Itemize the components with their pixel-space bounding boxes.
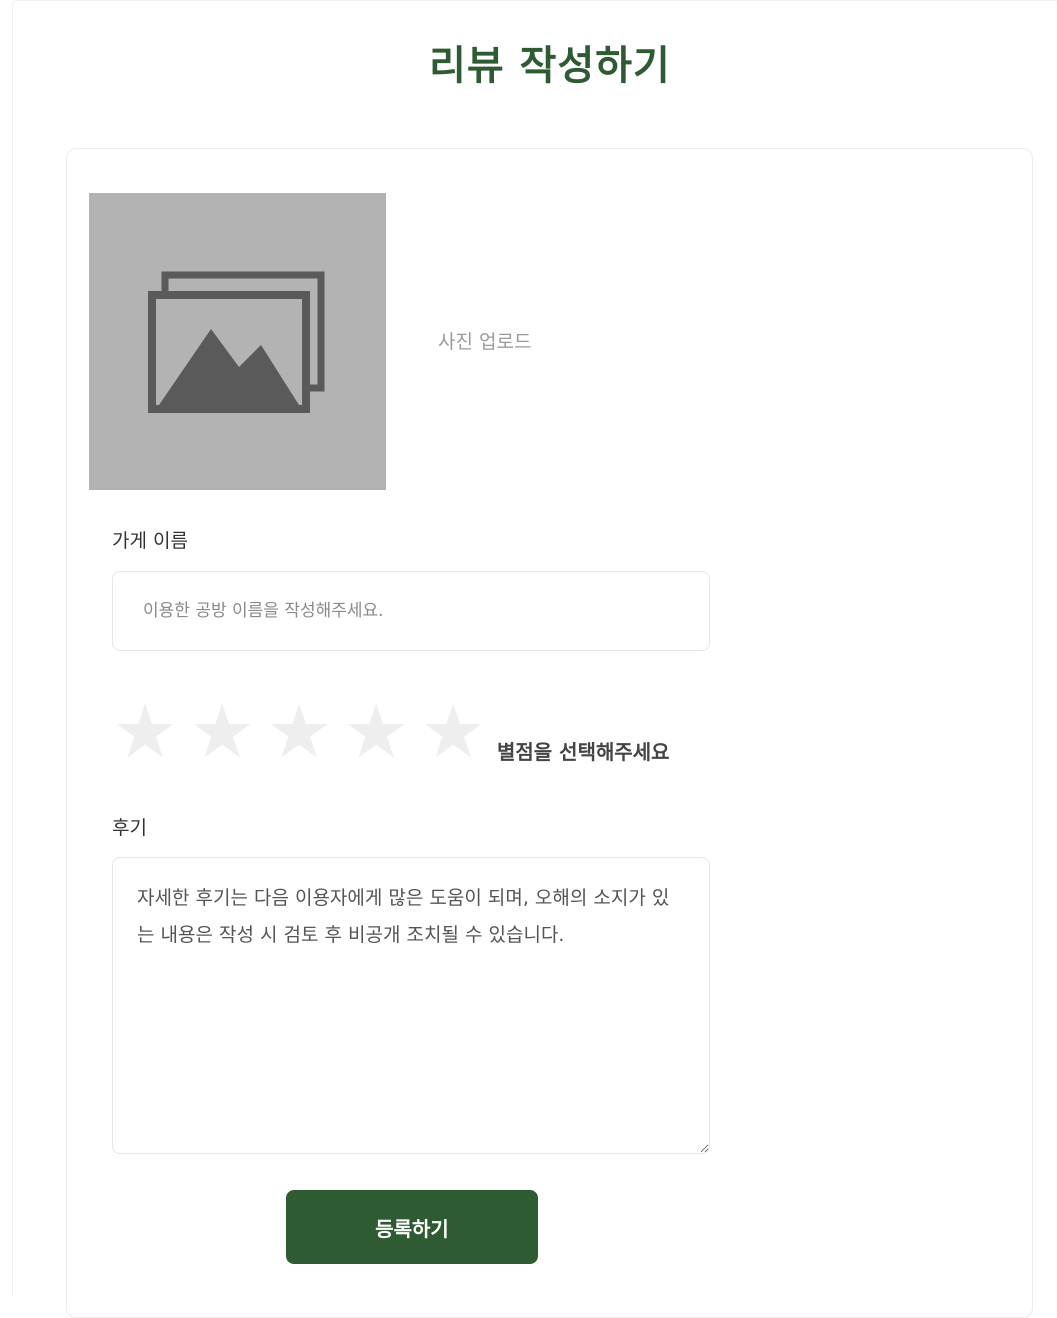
photo-upload-area[interactable] [89, 193, 386, 490]
submit-button[interactable]: 등록하기 [286, 1190, 538, 1264]
review-form-card: 사진 업로드 가게 이름 ★ ★ ★ ★ ★ 별점을 선택해주세요 후기 등록하… [66, 148, 1033, 1318]
star-3-icon[interactable]: ★ [266, 693, 343, 771]
star-rating: ★ ★ ★ ★ ★ [112, 693, 497, 771]
star-5-icon[interactable]: ★ [420, 693, 497, 771]
store-name-input[interactable] [112, 571, 710, 651]
store-name-label: 가게 이름 [112, 530, 188, 552]
star-4-icon[interactable]: ★ [343, 693, 420, 771]
review-textarea[interactable] [112, 857, 710, 1154]
image-gallery-icon [148, 271, 325, 413]
review-label: 후기 [112, 817, 147, 839]
page-title: 리뷰 작성하기 [429, 43, 671, 89]
photo-upload-link[interactable]: 사진 업로드 [438, 327, 531, 354]
star-2-icon[interactable]: ★ [189, 693, 266, 771]
star-1-icon[interactable]: ★ [112, 693, 189, 771]
rating-hint: 별점을 선택해주세요 [497, 740, 670, 764]
